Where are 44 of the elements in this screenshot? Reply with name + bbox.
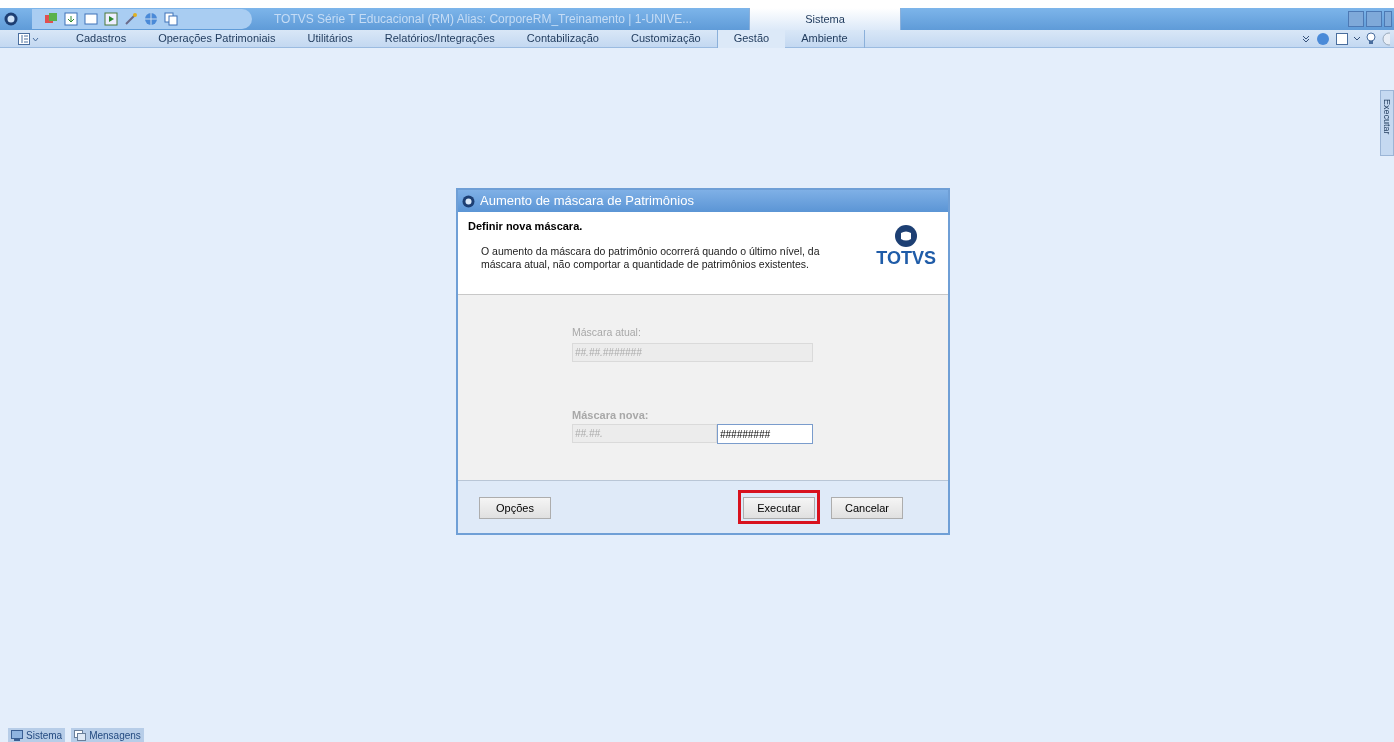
windows-icon [74,729,87,741]
taskbar-button[interactable]: Sistema [8,728,66,742]
app-orb-icon [462,194,475,208]
layout-icon[interactable] [18,32,40,45]
wand-icon[interactable] [124,12,138,26]
mask-prefix-field: ##.##. [572,424,717,444]
menu-item[interactable]: Utilitários [291,29,369,48]
dialog-button[interactable]: Cancelar [831,497,903,520]
logo-icon [894,224,919,248]
globe-icon[interactable] [1316,31,1330,46]
double-chevron-icon[interactable] [1302,34,1310,43]
field-label: Máscara nova: [572,407,650,423]
menu-item[interactable]: Relatórios/Integrações [368,29,511,48]
menu-item[interactable]: Ambiente [785,29,865,48]
window-icon[interactable] [84,12,98,26]
globe-icon[interactable] [144,12,158,26]
menu-item[interactable]: Contabilização [510,29,615,48]
new-mask-input[interactable]: ######### [717,424,813,445]
dialog-button[interactable]: Executar [743,497,815,520]
help-icon[interactable] [1382,31,1390,46]
menu-item[interactable]: Customização [615,29,717,48]
menu-item[interactable]: Cadastros [60,29,143,48]
save-icon[interactable] [64,12,78,26]
dialog-button[interactable]: Opções [479,497,551,520]
cube-icon[interactable] [44,12,58,26]
dialog-description: O aumento da máscara do patrimônio ocorrerá quando o último nível, da máscara atual, não comportar a quantidade de patrimônios existentes. [481,244,821,271]
field-label: Máscara atual: [572,325,642,340]
app-orb-icon[interactable] [4,12,18,26]
dialog-title: Aumento de máscara de Patrimônios [480,192,694,211]
caret-icon[interactable] [1354,35,1360,42]
play-icon[interactable] [104,12,118,26]
monitor-icon [11,729,23,741]
window-title: TOTVS Série T Educacional (RM) Alias: CorporeRM_Treinamento | 1-UNIVE... [274,11,694,28]
copy-icon[interactable] [164,12,178,26]
close-button[interactable] [1384,11,1392,27]
side-tab[interactable]: Executar [1380,90,1394,156]
ribbon-tab[interactable]: Sistema [749,8,901,30]
lightbulb-icon[interactable] [1366,31,1376,46]
window-icon[interactable] [1336,32,1348,45]
current-mask-field: ##.##.####### [572,342,813,362]
logo-text: TOTVS [876,248,936,268]
menu-item[interactable]: Operações Patrimoniais [142,29,292,48]
taskbar-button[interactable]: Mensagens [71,728,144,742]
dialog-heading: Definir nova máscara. [468,219,584,234]
